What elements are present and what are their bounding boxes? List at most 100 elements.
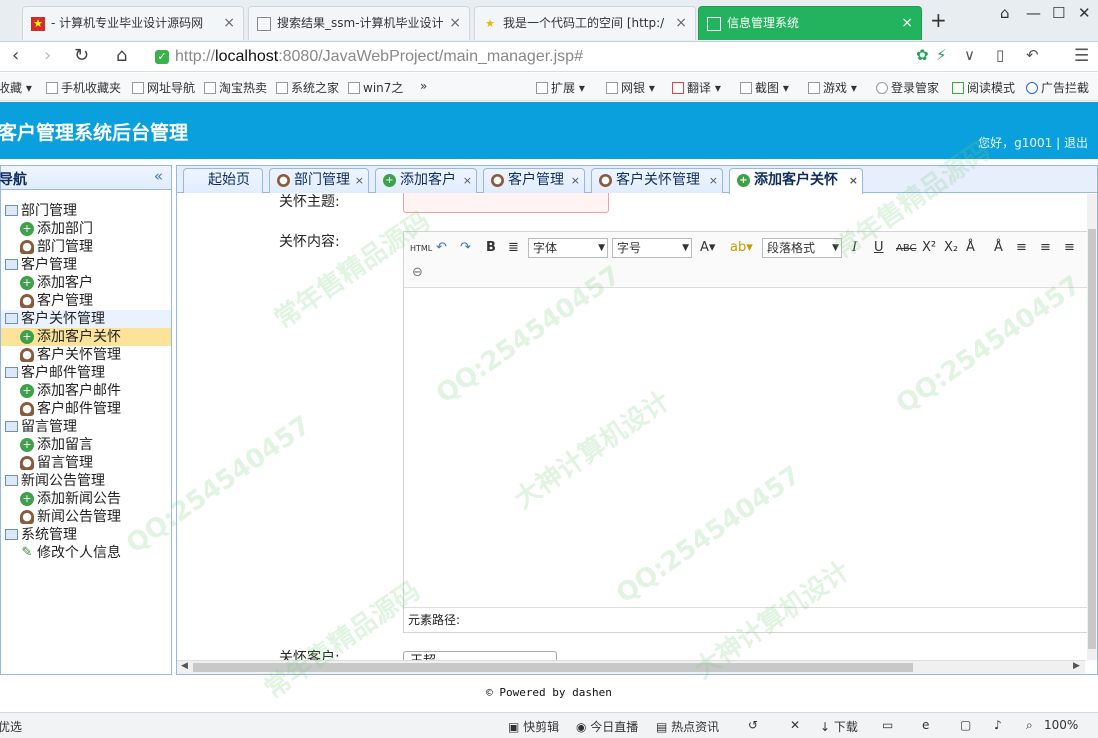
close-icon[interactable]: × [355, 169, 364, 192]
close-icon[interactable]: × [223, 7, 235, 40]
nav-item[interactable]: ● 客户关怀管理 [1, 346, 171, 364]
scroll-right-icon[interactable]: ▶ [1073, 661, 1080, 671]
bank-button[interactable]: 网银 ▾ [606, 79, 655, 96]
text-direction-icon[interactable]: Å [994, 239, 1003, 257]
nav-item[interactable]: + 添加客户关怀 [1, 328, 171, 346]
nav-item[interactable]: ● 部门管理 [1, 238, 171, 256]
lightning-icon[interactable]: ⚡ [936, 46, 947, 64]
download-button[interactable]: ↓ 下载 [820, 718, 858, 735]
tab-dept-manage[interactable]: ● 部门管理 × [269, 168, 369, 193]
news-button[interactable]: ▤ 热点资讯 [656, 718, 719, 735]
minimize-icon[interactable]: — [1026, 4, 1041, 22]
zoom-icon[interactable]: ⌕ [1026, 718, 1033, 733]
close-icon[interactable]: × [901, 7, 913, 40]
undo-icon[interactable]: ↶ [436, 239, 447, 257]
volume-icon[interactable]: ♪ [994, 718, 1002, 732]
font-family-select[interactable]: 字体 ▼ [528, 238, 608, 258]
italic-icon[interactable]: I [852, 239, 857, 257]
vertical-scrollbar[interactable] [1087, 194, 1097, 660]
redo-icon[interactable]: ↷ [460, 239, 471, 257]
scroll-thumb[interactable] [1088, 229, 1096, 649]
bookmark-item[interactable]: 手机收藏夹 [46, 79, 121, 96]
font-color-icon[interactable]: A▾ [700, 239, 715, 257]
underline-icon[interactable]: U [874, 239, 884, 257]
loading-icon[interactable]: ✿ [916, 46, 929, 64]
highlight-icon[interactable]: ab▾ [730, 239, 753, 257]
bookmark-item[interactable]: 淘宝热卖 [204, 79, 267, 96]
nav-group[interactable]: 留言管理 [1, 418, 171, 436]
chevron-down-icon[interactable]: ∨ [964, 46, 975, 64]
maximize-icon[interactable]: ☐ [1052, 4, 1065, 22]
ie-icon[interactable]: e [922, 718, 929, 732]
bookmark-item[interactable]: 收藏 ▾ [0, 79, 32, 96]
nav-group[interactable]: 客户关怀管理 [1, 310, 171, 328]
translate-button[interactable]: 翻译 ▾ [672, 79, 721, 96]
superscript-icon[interactable]: X² [922, 239, 936, 257]
nav-group[interactable]: 客户邮件管理 [1, 364, 171, 382]
nav-item[interactable]: ✎ 修改个人信息 [1, 544, 171, 562]
nav-group[interactable]: 新闻公告管理 [1, 472, 171, 490]
tab-add-care[interactable]: + 添加客户关怀 × [729, 168, 863, 194]
zoom-level[interactable]: 100% [1044, 718, 1078, 732]
nav-item[interactable]: ● 客户邮件管理 [1, 400, 171, 418]
tools-icon[interactable]: ✕ [790, 718, 800, 732]
nav-item[interactable]: + 添加新闻公告 [1, 490, 171, 508]
ad-block-button[interactable]: 广告拦截 [1026, 79, 1089, 96]
collapse-icon[interactable]: « [154, 167, 163, 185]
nav-group[interactable]: 部门管理 [1, 202, 171, 220]
horizontal-scrollbar[interactable]: ◀ ▶ [177, 660, 1085, 674]
browser-tab-2[interactable]: 搜索结果_ssm-计算机毕业设计 × [248, 6, 470, 40]
new-tab-icon[interactable]: + [930, 8, 947, 32]
tab-care-manage[interactable]: ● 客户关怀管理 × [591, 168, 723, 193]
paragraph-format-select[interactable]: 段落格式 ▼ [762, 238, 842, 258]
browser-tab-1[interactable]: ★ - 计算机专业毕业设计源码网 × [22, 6, 244, 40]
scroll-left-icon[interactable]: ◀ [181, 661, 188, 671]
bookmark-item[interactable]: 系统之家 [276, 79, 339, 96]
nav-item[interactable]: ● 留言管理 [1, 454, 171, 472]
reload-icon[interactable]: ↻ [74, 45, 89, 66]
close-icon[interactable]: × [849, 169, 858, 192]
care-title-input[interactable] [403, 193, 609, 213]
status-left[interactable]: 优选 [0, 718, 22, 735]
quick-edit-button[interactable]: ▣ 快剪辑 [508, 718, 559, 735]
undo-icon[interactable]: ↶ [1026, 46, 1039, 64]
url-input[interactable]: ✓ http://localhost:8080/JavaWebProject/ma… [155, 45, 995, 69]
live-button[interactable]: ◉ 今日直播 [576, 718, 638, 735]
clear-format-icon[interactable]: ≣ [508, 239, 519, 257]
close-icon[interactable]: × [449, 7, 461, 40]
align-left-icon[interactable]: ≡ [1016, 239, 1027, 257]
skin-icon[interactable]: ⌂ [1000, 4, 1010, 22]
history-icon[interactable]: ↺ [748, 718, 758, 732]
games-button[interactable]: 游戏 ▾ [808, 79, 857, 96]
html-source-button[interactable]: HTML [410, 240, 432, 258]
window-icon[interactable]: ▢ [960, 718, 971, 732]
user-greeting[interactable]: 您好，g1001 | 退出 [978, 134, 1088, 151]
bookmark-more[interactable]: » [420, 79, 427, 93]
screenshot-button[interactable]: 截图 ▾ [740, 79, 789, 96]
layout-icon[interactable]: ▭ [882, 718, 893, 732]
close-icon[interactable]: × [571, 169, 580, 192]
subscript-icon[interactable]: X₂ [944, 239, 958, 257]
close-icon[interactable]: × [463, 169, 472, 192]
link-icon[interactable]: ⊖ [412, 264, 423, 282]
bold-icon[interactable]: B [486, 239, 496, 257]
font-size-select[interactable]: 字号 ▼ [612, 238, 692, 258]
scroll-thumb[interactable] [193, 663, 913, 672]
close-icon[interactable]: × [709, 169, 718, 192]
format-brush-icon[interactable]: Å [966, 239, 975, 257]
window-close-icon[interactable]: ✕ [1078, 4, 1091, 22]
align-justify-icon[interactable]: ≡ [1064, 239, 1075, 257]
browser-tab-active[interactable]: 信息管理系统 × [698, 6, 922, 40]
align-right-icon[interactable]: ≡ [1040, 239, 1051, 257]
nav-item[interactable]: + 添加部门 [1, 220, 171, 238]
bookmark-item[interactable]: 网址导航 [132, 79, 195, 96]
home-icon[interactable]: ⌂ [116, 45, 127, 66]
login-manager-button[interactable]: 登录管家 [876, 79, 939, 96]
close-icon[interactable]: × [675, 7, 687, 40]
phone-icon[interactable]: ▯ [996, 46, 1004, 64]
tab-home[interactable]: 起始页 [183, 168, 263, 193]
nav-item[interactable]: ● 客户管理 [1, 292, 171, 310]
forward-icon[interactable]: › [44, 45, 51, 66]
browser-tab-3[interactable]: ★ 我是一个代码工的空间 [http:/ × [474, 6, 696, 40]
nav-group[interactable]: 客户管理 [1, 256, 171, 274]
